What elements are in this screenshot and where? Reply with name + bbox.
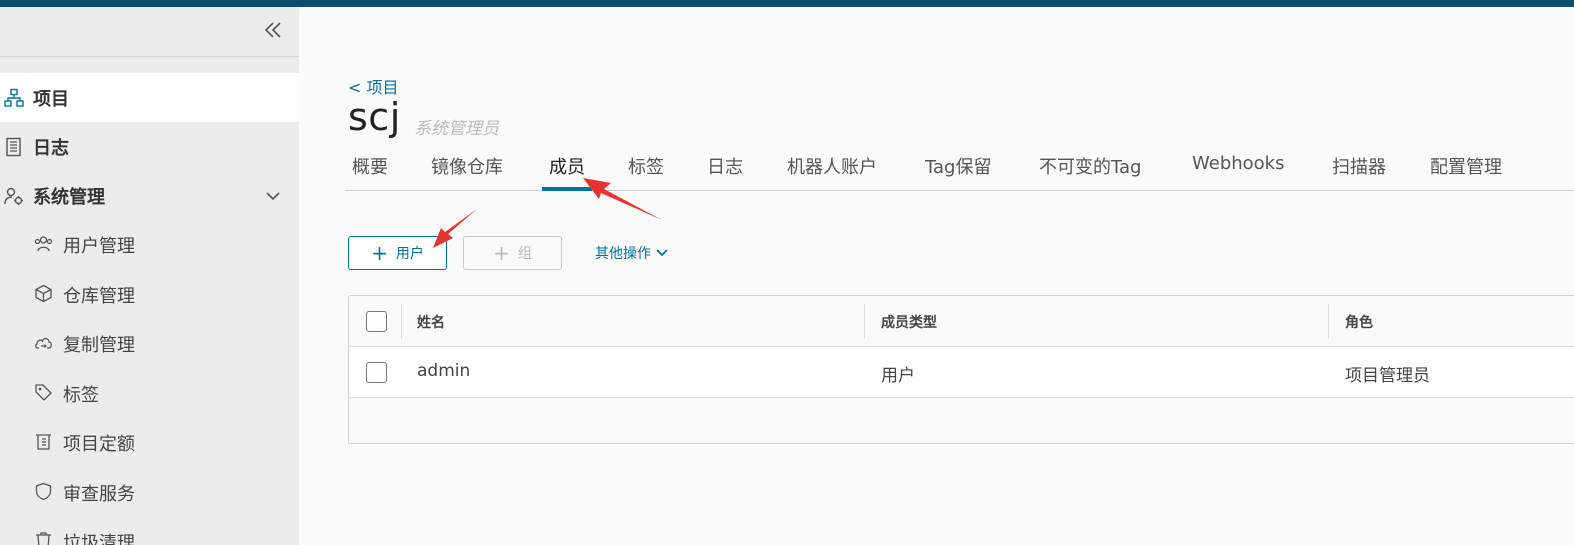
- cell-member-type: 用户: [881, 366, 915, 386]
- sidebar-item-label: 系统管理: [33, 186, 105, 208]
- cloud-sync-icon: [34, 333, 53, 352]
- column-divider[interactable]: [864, 304, 865, 339]
- column-divider: [401, 304, 402, 339]
- cell-name: admin: [417, 361, 471, 381]
- column-header-role[interactable]: 角色: [1345, 312, 1373, 332]
- row-checkbox[interactable]: [366, 362, 387, 383]
- sidebar-subitem-garbage-collection[interactable]: 垃圾清理: [0, 517, 299, 545]
- main-content: < 项目 scj 系统管理员 概要 镜像仓库 成员 标签 日志 机器人账户 Ta…: [299, 7, 1574, 545]
- top-header-bar: [0, 0, 1574, 7]
- table-row: admin 用户 项目管理员: [349, 347, 1574, 398]
- sidebar-item-projects[interactable]: 项目: [0, 73, 299, 122]
- add-group-button[interactable]: + 组: [463, 236, 562, 270]
- sidebar-item-label: 项目: [33, 88, 69, 110]
- tab-logs[interactable]: 日志: [700, 153, 750, 190]
- tab-tag-retention[interactable]: Tag保留: [918, 153, 998, 190]
- sidebar-subitem-label: 标签: [63, 384, 99, 406]
- system-settings-icon: [4, 186, 24, 206]
- shield-icon: [34, 482, 53, 501]
- cell-role: 项目管理员: [1345, 366, 1430, 386]
- tag-icon: [34, 383, 53, 402]
- chevron-down-icon: [656, 249, 668, 257]
- sidebar-subitem-user-management[interactable]: 用户管理: [0, 220, 299, 270]
- cube-icon: [34, 284, 53, 303]
- table-footer: [349, 398, 1574, 443]
- sidebar-subitem-label: 项目定额: [63, 434, 135, 455]
- select-all-checkbox[interactable]: [366, 311, 387, 332]
- plus-icon: +: [371, 241, 388, 265]
- add-user-button[interactable]: + 用户: [348, 236, 447, 270]
- tab-members[interactable]: 成员: [542, 153, 592, 191]
- chevron-down-icon[interactable]: [265, 188, 281, 204]
- sidebar-subitem-label: 用户管理: [63, 236, 135, 257]
- page-title: scj: [348, 95, 401, 139]
- tab-scanner[interactable]: 扫描器: [1325, 153, 1393, 190]
- collapse-sidebar-icon[interactable]: [263, 19, 283, 41]
- project-icon: [4, 88, 24, 108]
- sidebar-subitem-label: 垃圾清理: [63, 533, 135, 545]
- plus-icon: +: [493, 241, 510, 265]
- project-tabs: 概要 镜像仓库 成员 标签 日志 机器人账户 Tag保留 不可变的Tag Web…: [345, 147, 1574, 191]
- trash-icon: [34, 531, 53, 545]
- sidebar-collapse-row: [0, 7, 299, 57]
- add-group-label: 组: [517, 246, 532, 262]
- column-header-member-type[interactable]: 成员类型: [881, 312, 937, 332]
- tab-configuration[interactable]: 配置管理: [1423, 153, 1509, 190]
- sidebar-nav: 项目 日志 系统管理 用户管理 仓库管理 复制管理 标签 项目定额 审查服务 垃…: [0, 57, 299, 545]
- tab-webhooks[interactable]: Webhooks: [1185, 153, 1291, 190]
- table-header: 姓名 成员类型 角色: [349, 296, 1574, 347]
- sidebar-subitem-label: 仓库管理: [63, 285, 135, 307]
- tab-immutable-tags[interactable]: 不可变的Tag: [1032, 153, 1148, 190]
- tab-summary[interactable]: 概要: [345, 153, 395, 190]
- sidebar-item-label: 日志: [33, 137, 69, 159]
- sidebar-subitem-replication[interactable]: 复制管理: [0, 319, 299, 369]
- column-divider[interactable]: [1328, 304, 1329, 339]
- sidebar-item-logs[interactable]: 日志: [0, 122, 299, 171]
- more-actions-label: 其他操作: [595, 246, 651, 262]
- tab-robot-accounts[interactable]: 机器人账户: [780, 153, 884, 190]
- sidebar-subitem-repo-management[interactable]: 仓库管理: [0, 270, 299, 320]
- members-table: 姓名 成员类型 角色 admin 用户 项目管理员: [348, 295, 1574, 444]
- log-icon: [4, 137, 24, 157]
- sidebar-item-system-admin[interactable]: 系统管理: [0, 171, 299, 220]
- add-user-label: 用户: [395, 246, 424, 262]
- sidebar-subitem-label: 审查服务: [63, 483, 135, 505]
- sidebar-subitem-audit-service[interactable]: 审查服务: [0, 468, 299, 518]
- sidebar: 项目 日志 系统管理 用户管理 仓库管理 复制管理 标签 项目定额 审查服务 垃…: [0, 7, 299, 545]
- more-actions-dropdown[interactable]: 其他操作: [595, 243, 669, 263]
- role-subtitle: 系统管理员: [414, 119, 499, 139]
- quota-icon: [34, 432, 53, 451]
- sidebar-subitem-labels[interactable]: 标签: [0, 369, 299, 419]
- tab-labels[interactable]: 标签: [621, 153, 671, 190]
- users-icon: [34, 234, 53, 253]
- column-header-name[interactable]: 姓名: [417, 312, 445, 332]
- sidebar-subitem-label: 复制管理: [63, 335, 135, 356]
- tab-repositories[interactable]: 镜像仓库: [424, 153, 510, 190]
- sidebar-subitem-project-quotas[interactable]: 项目定额: [0, 418, 299, 468]
